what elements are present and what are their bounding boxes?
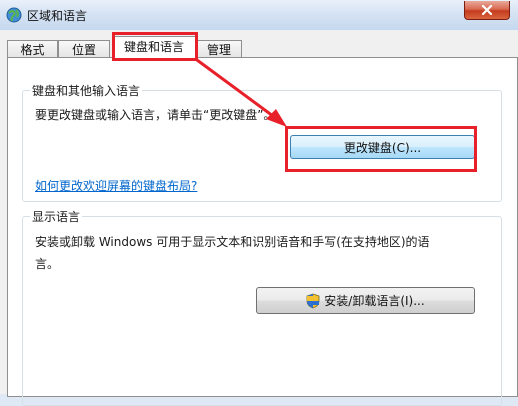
display-language-description-line2: 言。: [35, 257, 60, 271]
window-title: 区域和语言: [27, 9, 88, 23]
title-bar: 区域和语言: [0, 0, 518, 30]
tab-highlight-box: [112, 32, 198, 61]
close-icon: [481, 5, 493, 15]
shield-icon: [306, 293, 320, 308]
display-language-description-line1: 安装或卸载 Windows 可用于显示文本和识别语音和手写(在支持地区)的语: [35, 235, 430, 249]
install-uninstall-languages-button[interactable]: 安装/卸载语言(I)...: [256, 287, 475, 314]
tab-content: 键盘和其他输入语言 要更改键盘或输入语言，请单击“更改键盘”。 更改键盘(C).…: [7, 57, 518, 406]
tab-location[interactable]: 位置: [58, 40, 110, 58]
globe-icon: [6, 7, 22, 23]
install-uninstall-languages-label: 安装/卸载语言(I)...: [324, 294, 425, 308]
keyboard-group-title: 键盘和其他输入语言: [30, 82, 143, 99]
tab-strip: 格式 位置 键盘和语言 管理: [0, 30, 518, 59]
display-language-group-title: 显示语言: [30, 208, 83, 225]
welcome-screen-keyboard-link[interactable]: 如何更改欢迎屏幕的键盘布局?: [35, 177, 197, 194]
keyboard-description: 要更改键盘或输入语言，请单击“更改键盘”。: [35, 108, 276, 122]
close-button[interactable]: [464, 1, 510, 20]
tab-format[interactable]: 格式: [7, 40, 58, 58]
tab-administrative[interactable]: 管理: [196, 40, 242, 58]
button-highlight-box: [285, 126, 477, 172]
